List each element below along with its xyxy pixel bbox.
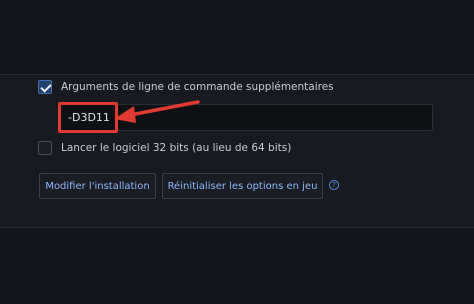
annotation-highlight-box (58, 102, 118, 133)
reset-game-options-button[interactable]: Réinitialiser les options en jeu (162, 173, 323, 199)
arrow-left-icon (114, 100, 200, 123)
top-background (0, 0, 474, 74)
extra-args-checkbox[interactable] (38, 80, 52, 94)
extra-args-label: Arguments de ligne de commande supplémen… (61, 81, 334, 93)
bottom-background (0, 228, 474, 304)
run-32bit-label: Lancer le logiciel 32 bits (au lieu de 6… (61, 142, 292, 154)
run-32bit-checkbox[interactable] (38, 141, 52, 155)
question-circle-icon[interactable]: ? (329, 180, 339, 190)
modify-installation-button[interactable]: Modifier l'installation (39, 173, 156, 199)
